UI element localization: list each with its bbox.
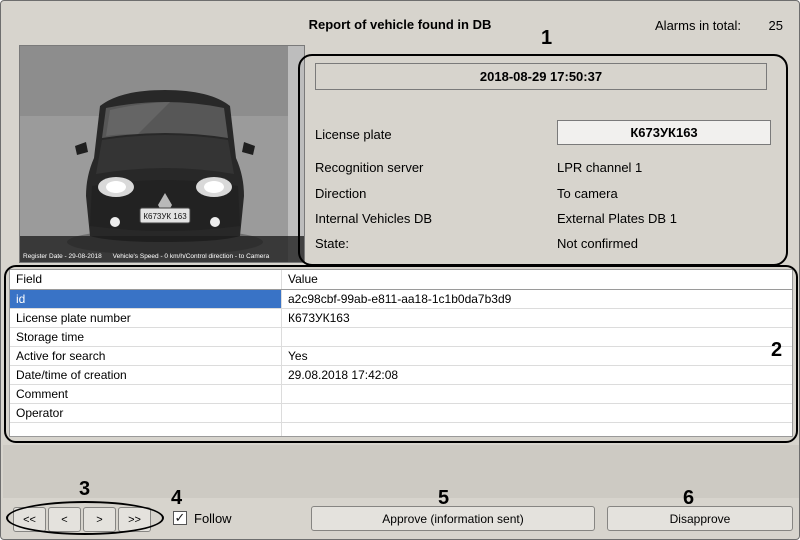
cell-id-field[interactable]: id (10, 290, 282, 308)
properties-table: Field Value id a2c98cbf-99ab-e811-aa18-1… (9, 269, 793, 437)
lower-panel (3, 445, 799, 498)
table-row[interactable]: Date/time of creation 29.08.2018 17:42:0… (10, 366, 792, 385)
photo-overlay-info: Register Date - 29-08-2018 Vehicle's Spe… (20, 236, 304, 262)
cell-id-value[interactable]: a2c98cbf-99ab-e811-aa18-1c1b0da7b3d9 (282, 290, 792, 308)
column-header-value: Value (282, 270, 792, 289)
cell-storage-value[interactable] (282, 328, 792, 346)
table-row[interactable]: Storage time (10, 328, 792, 347)
table-row[interactable]: id a2c98cbf-99ab-e811-aa18-1c1b0da7b3d9 (10, 290, 792, 309)
license-plate-on-photo: К673УК 163 (143, 212, 187, 221)
table-filler-row (10, 423, 792, 436)
license-plate-value: К673УК163 (557, 120, 771, 145)
approve-button[interactable]: Approve (information sent) (311, 506, 595, 531)
next-record-button[interactable]: > (83, 507, 116, 532)
table-row[interactable]: Operator (10, 404, 792, 423)
column-header-field: Field (10, 270, 282, 289)
cell-operator-value[interactable] (282, 404, 792, 422)
table-row[interactable]: License plate number К673УК163 (10, 309, 792, 328)
direction-value: To camera (557, 186, 618, 201)
cell-comment-value[interactable] (282, 385, 792, 403)
report-window: Report of vehicle found in DB Alarms in … (0, 0, 800, 540)
first-record-button[interactable]: << (13, 507, 46, 532)
follow-checkbox[interactable]: ✓ (173, 511, 187, 525)
internal-db-label: Internal Vehicles DB (315, 211, 432, 226)
internal-db-value: External Plates DB 1 (557, 211, 677, 226)
details-panel: 2018-08-29 17:50:37 License plate К673УК… (301, 56, 785, 264)
table-row[interactable]: Comment (10, 385, 792, 404)
license-plate-label: License plate (315, 127, 392, 142)
cell-active-value[interactable]: Yes (282, 347, 792, 365)
direction-label: Direction (315, 186, 366, 201)
cell-plate-field[interactable]: License plate number (10, 309, 282, 327)
cell-created-field[interactable]: Date/time of creation (10, 366, 282, 384)
cell-storage-field[interactable]: Storage time (10, 328, 282, 346)
previous-record-button[interactable]: < (48, 507, 81, 532)
recognition-server-value: LPR channel 1 (557, 160, 642, 175)
recognition-server-label: Recognition server (315, 160, 423, 175)
table-header-row: Field Value (10, 270, 792, 290)
cell-operator-field[interactable]: Operator (10, 404, 282, 422)
checkmark-icon: ✓ (175, 510, 186, 525)
table-row[interactable]: Active for search Yes (10, 347, 792, 366)
recognition-timestamp: 2018-08-29 17:50:37 (315, 63, 767, 90)
state-value: Not confirmed (557, 236, 638, 251)
cell-comment-field[interactable]: Comment (10, 385, 282, 403)
vehicle-photo-image: К673УК 163 (20, 46, 305, 263)
state-label: State: (315, 236, 349, 251)
cell-created-value[interactable]: 29.08.2018 17:42:08 (282, 366, 792, 384)
alarms-total-label: Alarms in total: (655, 18, 741, 33)
cell-active-field[interactable]: Active for search (10, 347, 282, 365)
alarms-total-count: 25 (769, 18, 783, 33)
vehicle-photo: К673УК 163 Register Date - 29-08-2018 Ve… (19, 45, 305, 263)
disapprove-button[interactable]: Disapprove (607, 506, 793, 531)
cell-plate-value[interactable]: К673УК163 (282, 309, 792, 327)
follow-checkbox-label[interactable]: Follow (194, 511, 232, 526)
last-record-button[interactable]: >> (118, 507, 151, 532)
overlay-line-1: Register Date - 29-08-2018 Vehicle's Spe… (23, 253, 301, 261)
